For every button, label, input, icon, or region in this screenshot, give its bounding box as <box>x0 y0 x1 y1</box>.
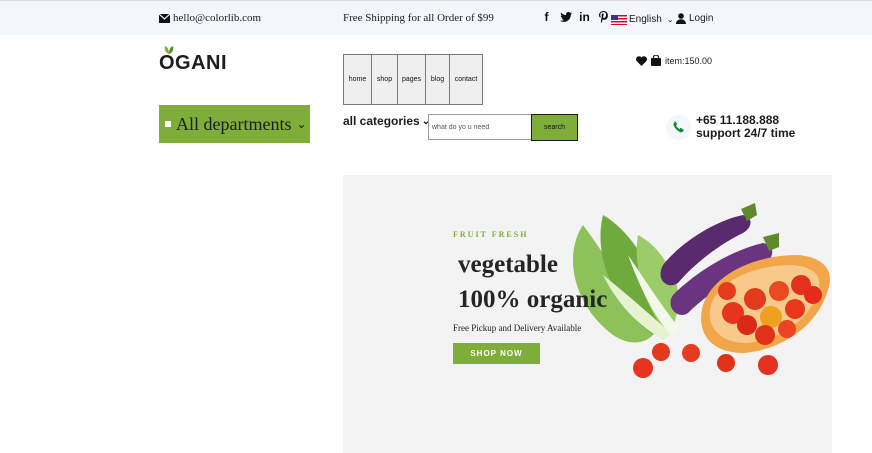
language-label: English <box>629 14 662 25</box>
shipping-notice: Free Shipping for all Order of $99 <box>343 12 494 24</box>
all-departments-button[interactable]: All departments ⌄ <box>159 105 310 143</box>
support-hours: support 24/7 time <box>696 126 796 140</box>
categories-dropdown[interactable]: all categories ⌄ <box>343 114 430 128</box>
nav-item-blog[interactable]: blog <box>425 54 450 105</box>
language-selector[interactable]: English ⌄ <box>611 14 674 25</box>
email-info: hello@colorlib.com <box>159 12 261 24</box>
facebook-icon[interactable]: f <box>540 10 553 24</box>
hero-title-line2: 100% organic <box>458 286 608 313</box>
search-button[interactable]: search <box>531 114 578 141</box>
phone-contact: +65 11.188.888 support 24/7 time <box>666 114 795 140</box>
hero-subtitle: Free Pickup and Delivery Available <box>453 323 582 333</box>
main-nav: home shop pages blog contact <box>343 54 483 105</box>
cart-total: item:150.00 <box>665 55 713 66</box>
departments-label: All departments <box>176 113 292 134</box>
shopping-bag-icon[interactable] <box>651 55 661 66</box>
phone-text: +65 11.188.888 support 24/7 time <box>696 114 795 140</box>
pinterest-icon[interactable] <box>597 10 610 23</box>
email-text: hello@colorlib.com <box>173 12 262 24</box>
logo-text: OGANI <box>159 52 228 74</box>
nav-item-shop[interactable]: shop <box>371 54 398 105</box>
site-logo[interactable]: OGANI <box>159 46 228 75</box>
envelope-icon <box>159 13 170 23</box>
hero-tag: FRUIT FRESH <box>453 230 529 239</box>
hero-title: vegetable 100% organic <box>458 247 607 317</box>
nav-item-contact[interactable]: contact <box>449 54 483 105</box>
heart-icon[interactable] <box>636 55 647 66</box>
top-bar: hello@colorlib.com Free Shipping for all… <box>0 0 872 35</box>
user-icon <box>676 13 686 24</box>
phone-icon-wrapper <box>666 114 691 140</box>
login-link[interactable]: Login <box>676 13 713 24</box>
hero-title-line1: vegetable <box>458 251 558 278</box>
search-input[interactable] <box>428 114 532 140</box>
header-cart: item:150.00 <box>636 55 712 66</box>
social-links: f in <box>540 10 610 24</box>
categories-label: all categories <box>343 114 420 128</box>
chevron-down-icon: ⌄ <box>296 116 307 131</box>
nav-item-home[interactable]: home <box>343 54 372 105</box>
linkedin-icon[interactable]: in <box>578 10 591 24</box>
phone-icon <box>672 121 684 133</box>
nav-item-pages[interactable]: pages <box>397 54 426 105</box>
hero-banner: FRUIT FRESH vegetable 100% organic Free … <box>343 175 832 453</box>
login-label: Login <box>689 13 714 24</box>
twitter-icon[interactable] <box>559 10 572 23</box>
chevron-down-icon: ⌄ <box>666 15 674 24</box>
leaf-icon <box>164 46 174 54</box>
menu-bars-icon <box>165 121 171 127</box>
shop-now-button[interactable]: SHOP NOW <box>453 343 540 364</box>
us-flag-icon <box>611 14 627 25</box>
